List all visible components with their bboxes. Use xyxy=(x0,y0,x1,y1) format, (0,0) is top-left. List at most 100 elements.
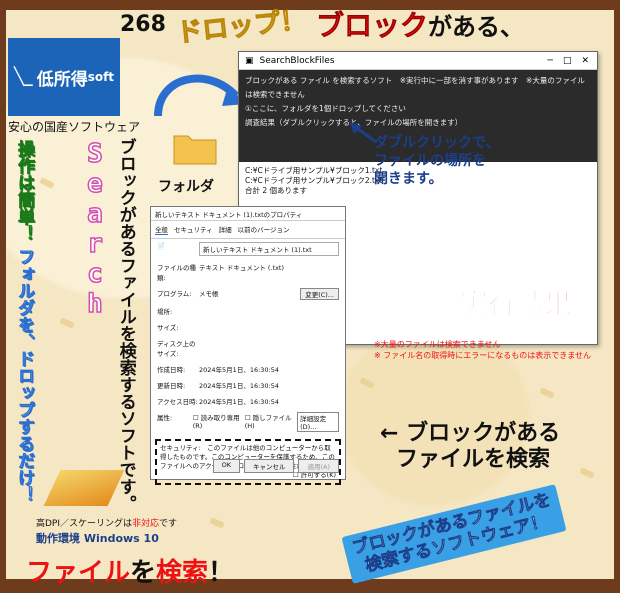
hdpi-note: 高DPI／スケーリングは非対応です xyxy=(36,516,177,529)
footer-wo: を xyxy=(130,558,157,588)
svg-text:S: S xyxy=(87,139,103,169)
readonly-label: 読み取り専用(R) xyxy=(192,414,240,430)
properties-tabs: 全般 セキュリティ 詳細 以前のバージョン xyxy=(151,221,345,239)
search-caption-2: ファイルを検索 xyxy=(396,447,551,472)
attr-label: 属性: xyxy=(157,414,173,422)
logo-mark-icon: ╲_ xyxy=(13,67,33,87)
prop-value: 2024年5月1日、16:30:54 xyxy=(199,398,280,406)
drop-instruction: ①ここに、フォルダを1個ドロップしてください xyxy=(245,104,406,113)
headline: 268 ドロップ！ ブロックがある、 xyxy=(120,4,524,48)
svg-text:c: c xyxy=(87,259,103,289)
environment: 動作環境 Windows 10 xyxy=(36,532,159,545)
tagline: 安心の国産ソフトウェア xyxy=(8,120,141,134)
tab-security[interactable]: セキュリティ xyxy=(174,224,213,235)
footer-file: ファイル xyxy=(26,558,131,588)
prop-row: アクセス日時: 2024年5月1日、16:30:54 xyxy=(151,393,345,409)
app-icon: ▣ xyxy=(245,55,254,66)
search-word-3: Files xyxy=(58,190,96,214)
apply-button[interactable]: 適用(A) xyxy=(298,459,339,473)
results-heading: 調査結果（ダブルクリックすると、ファイルの場所を開きます） xyxy=(245,118,463,127)
ok-button[interactable]: OK xyxy=(212,459,240,473)
frame-right xyxy=(614,0,620,593)
prop-value: テキスト ドキュメント (.txt) xyxy=(199,264,285,272)
tab-details[interactable]: 詳細 xyxy=(219,224,232,235)
prop-value: 2024年5月1日、16:30:54 xyxy=(199,366,280,374)
info-line: ブロックがある ファイル を検索するソフト ※実行中に一部を消す事があります ※… xyxy=(245,76,585,99)
folder-icon[interactable] xyxy=(172,128,218,166)
hdpi-post: です xyxy=(159,519,178,529)
footer-bang: ！ xyxy=(208,558,235,588)
headline-block-wrap: ブロックがある、 xyxy=(316,4,524,44)
window-titlebar: ▣ SearchBlockFiles ─ □ ✕ xyxy=(239,52,597,70)
prop-key: 更新日時: xyxy=(157,382,186,390)
prop-value: 2024年5月1日、16:30:54 xyxy=(199,382,280,390)
prop-key: アクセス日時: xyxy=(157,398,198,406)
hint-line-3: 開きます。 xyxy=(374,171,443,187)
hdpi-pre: 高DPI／スケーリングは xyxy=(36,519,133,529)
note-large-files: ※大量のファイルは検索できません xyxy=(374,340,501,349)
tab-previous-versions[interactable]: 以前のバージョン xyxy=(238,224,290,235)
prop-key: 場所: xyxy=(157,308,173,316)
prop-key: ディスク上のサイズ: xyxy=(157,340,196,358)
footer-search: 検索 xyxy=(156,558,209,588)
tab-general[interactable]: 全般 xyxy=(155,224,168,235)
ops-line-1: 操作は簡単！ xyxy=(14,140,35,243)
hint-arrow-icon xyxy=(350,122,377,144)
prop-row: ディスク上のサイズ: xyxy=(151,335,345,361)
doubleclick-hint: ダブルクリックで、 ファイルの場所を 開きます。 xyxy=(374,134,499,188)
prop-row: 更新日時: 2024年5月1日、16:30:54 xyxy=(151,377,345,393)
ops-text: 操作は簡単！ フォルダを、ドロップするだけ！ xyxy=(12,140,37,504)
properties-dialog: 新しいテキスト ドキュメント (1).txtのプロパティ 全般 セキュリティ 詳… xyxy=(150,206,346,485)
attr-row: 属性: ☐ 読み取り専用(R) ☐ 隠しファイル(H) 詳細設定(D)... xyxy=(151,409,345,435)
logo-suffix: soft xyxy=(87,70,115,84)
drop-arrow-icon xyxy=(154,74,246,117)
dialog-buttons: OK キャンセル 適用(A) xyxy=(212,459,339,473)
search-caption-1: ← ブロックがある xyxy=(380,421,561,446)
search-caption: ← ブロックがある ファイルを検索 xyxy=(380,421,560,473)
prop-row: プログラム: メモ帳 変更(C)... xyxy=(151,285,345,303)
prop-row: 作成日時: 2024年5月1日、16:30:54 xyxy=(151,361,345,377)
window-controls: ─ □ ✕ xyxy=(548,56,597,66)
prop-key: ファイルの種類: xyxy=(157,264,196,282)
prop-row: サイズ: xyxy=(151,319,345,335)
hidden-checkbox[interactable]: ☐ 隠しファイル(H) xyxy=(245,412,293,432)
minimize-icon[interactable]: ─ xyxy=(548,56,553,66)
description: ブロックがあるファイルを検索するソフトです。 xyxy=(115,138,136,512)
close-icon[interactable]: ✕ xyxy=(581,56,589,66)
svg-text:h: h xyxy=(87,289,103,319)
svg-text:r: r xyxy=(87,229,103,259)
logo: ╲_ 低所得 soft xyxy=(8,38,120,116)
headline-drop: ドロップ！ xyxy=(174,4,308,49)
note-filename-error: ※ ファイル名の取得時にエラーになるものは表示できません xyxy=(374,351,592,360)
prop-value: メモ帳 xyxy=(199,290,219,298)
cancel-button[interactable]: キャンセル xyxy=(243,459,295,473)
headline-block: ブロック xyxy=(315,9,429,43)
filename-field[interactable]: 新しいテキスト ドキュメント (1).txt xyxy=(199,242,339,256)
readonly-checkbox[interactable]: ☐ 読み取り専用(R) xyxy=(193,412,241,432)
headline-tail: がある、 xyxy=(427,13,524,41)
change-program-button[interactable]: 変更(C)... xyxy=(300,288,339,300)
logo-name: 低所得 xyxy=(36,69,88,90)
hint-line-1: ダブルクリックで、 xyxy=(374,135,500,151)
hidden-label: 隠しファイル(H) xyxy=(244,414,292,430)
prop-key: サイズ: xyxy=(157,324,179,332)
prop-key: プログラム: xyxy=(157,290,192,298)
hint-line-2: ファイルの場所を xyxy=(374,153,486,169)
detail-settings-button[interactable]: 詳細設定(D)... xyxy=(297,412,339,432)
folder-label: フォルダ xyxy=(158,179,214,195)
window-title: SearchBlockFiles xyxy=(259,55,335,66)
hdpi-red: 非対応 xyxy=(132,519,160,529)
prop-key: 作成日時: xyxy=(157,366,186,374)
exec-result-label: 実行結果 xyxy=(459,287,573,321)
footer: ファイルを検索！ xyxy=(26,552,234,589)
file-icon: 📄 xyxy=(157,242,166,250)
prop-row: 場所: xyxy=(151,303,345,319)
search-block-files-word: S e a r c h xyxy=(86,138,103,320)
frame-left xyxy=(0,0,6,593)
prop-row: ファイルの種類: テキスト ドキュメント (.txt) xyxy=(151,259,345,285)
ops-line-2: フォルダを、ドロップするだけ！ xyxy=(14,247,35,504)
properties-title: 新しいテキスト ドキュメント (1).txtのプロパティ xyxy=(151,207,345,221)
headline-number: 268 xyxy=(120,11,166,37)
maximize-icon[interactable]: □ xyxy=(563,56,572,66)
filename-row: 📄 新しいテキスト ドキュメント (1).txt xyxy=(151,239,345,259)
